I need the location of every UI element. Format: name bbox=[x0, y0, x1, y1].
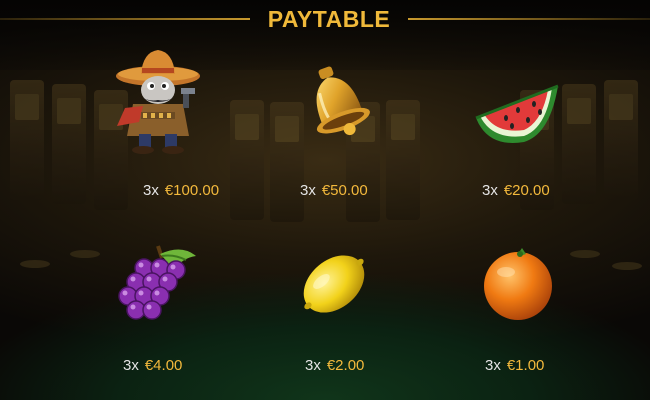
watermelon-icon bbox=[468, 66, 564, 153]
payout-label: 3x €1.00 bbox=[485, 357, 544, 374]
payout-label: 3x €4.00 bbox=[123, 357, 182, 374]
payout-amount: €20.00 bbox=[503, 182, 550, 199]
payout-label: 3x €2.00 bbox=[305, 357, 364, 374]
payout-label: 3x €100.00 bbox=[143, 182, 219, 199]
payout-amount: €1.00 bbox=[506, 357, 545, 374]
payout-amount: €100.00 bbox=[164, 182, 220, 199]
grapes-icon bbox=[108, 240, 204, 333]
payout-label: 3x €20.00 bbox=[482, 182, 550, 199]
bell-icon bbox=[293, 62, 381, 155]
payout-amount: €50.00 bbox=[321, 182, 368, 199]
lemon-icon bbox=[294, 244, 374, 329]
header-divider-right bbox=[408, 18, 650, 20]
orange-icon bbox=[478, 242, 558, 329]
multiplier-text: 3x bbox=[300, 182, 316, 199]
payout-amount: €4.00 bbox=[144, 357, 183, 374]
multiplier-text: 3x bbox=[482, 182, 498, 199]
payout-amount: €2.00 bbox=[326, 357, 365, 374]
payout-label: 3x €50.00 bbox=[300, 182, 368, 199]
multiplier-text: 3x bbox=[143, 182, 159, 199]
multiplier-text: 3x bbox=[123, 357, 139, 374]
multiplier-text: 3x bbox=[305, 357, 321, 374]
bandit-icon bbox=[103, 46, 213, 163]
paytable-header: PAYTABLE bbox=[0, 0, 650, 40]
multiplier-text: 3x bbox=[485, 357, 501, 374]
header-divider-left bbox=[0, 18, 250, 20]
page-title: PAYTABLE bbox=[267, 6, 391, 32]
